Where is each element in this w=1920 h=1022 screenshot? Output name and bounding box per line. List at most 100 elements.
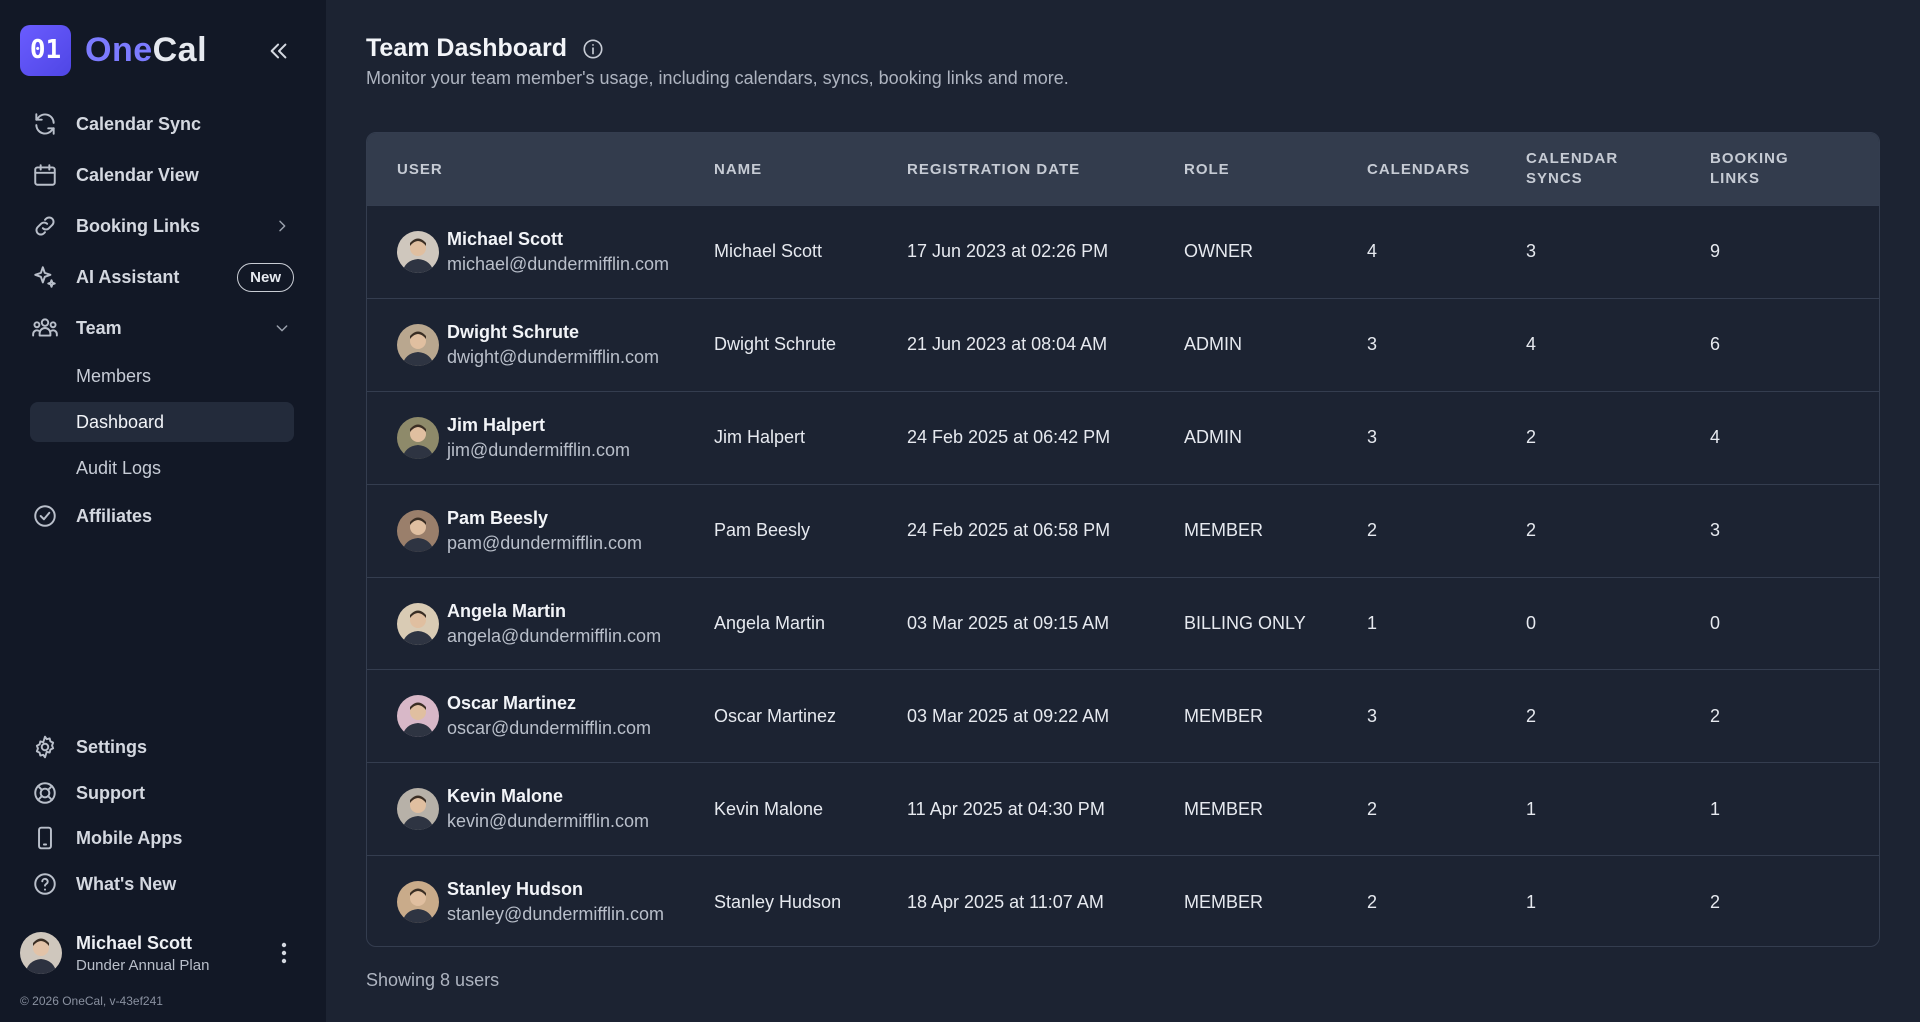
table-row[interactable]: Kevin Malone kevin@dundermifflin.com Kevin… (367, 762, 1879, 855)
team-icon (30, 313, 60, 343)
user-count: Showing 8 users (366, 970, 500, 990)
nav-booking-links[interactable]: Booking Links (30, 206, 294, 246)
header-calendars[interactable]: CALENDARS (1367, 161, 1526, 178)
nav-calendar-sync-label: Calendar Sync (76, 113, 202, 134)
cell-role: MEMBER (1184, 798, 1264, 819)
nav-team-dashboard[interactable]: Dashboard (30, 402, 294, 442)
cell-name: Stanley Hudson (714, 891, 842, 912)
user-email: stanley@dundermifflin.com (447, 904, 665, 925)
cell-user: Michael Scott michael@dundermifflin.com (367, 229, 714, 275)
cell-role: MEMBER (1184, 705, 1264, 726)
user-display-name: Angela Martin (447, 600, 567, 621)
main-content: Team Dashboard Monitor your team member'… (326, 0, 1920, 1022)
user-avatar (397, 602, 439, 645)
nav-booking-links-label: Booking Links (76, 215, 201, 236)
nav-calendar-view[interactable]: Calendar View (30, 155, 294, 195)
cell-name: Oscar Martinez (714, 705, 837, 726)
account-name: Michael Scott (76, 932, 193, 953)
cell-name: Dwight Schrute (714, 334, 837, 355)
nav-team-label: Team (76, 317, 122, 338)
nav-team-audit-logs[interactable]: Audit Logs (30, 448, 294, 488)
user-email: pam@dundermifflin.com (447, 532, 643, 553)
cell-booking-links: 3 (1710, 520, 1721, 541)
nav-calendar-sync[interactable]: Calendar Sync (30, 104, 294, 144)
table-row[interactable]: Jim Halpert jim@dundermifflin.com Jim Halp… (367, 390, 1879, 484)
cell-role: MEMBER (1184, 520, 1264, 541)
cell-registration-date: 24 Feb 2025 at 06:58 PM (907, 520, 1111, 541)
nav-mobile-apps[interactable]: Mobile Apps (30, 818, 294, 858)
header-calendar-syncs[interactable]: CALENDAR SYNCS (1526, 149, 1710, 189)
cell-calendars: 3 (1367, 427, 1378, 448)
header-name[interactable]: NAME (714, 161, 907, 178)
user-display-name: Stanley Hudson (447, 879, 584, 900)
cell-calendars: 1 (1367, 613, 1378, 633)
nav-settings-label: Settings (76, 736, 148, 757)
cell-user: Oscar Martinez oscar@dundermifflin.com (367, 693, 714, 739)
cell-user: Dwight Schrute dwight@dundermifflin.com (367, 322, 714, 368)
info-icon[interactable] (581, 37, 605, 61)
onecal-logo: 01 (20, 24, 71, 76)
table-row[interactable]: Stanley Hudson stanley@dundermifflin.com S… (367, 855, 1879, 946)
table-row[interactable]: Oscar Martinez oscar@dundermifflin.com Osc… (367, 669, 1879, 762)
cell-registration-date: 17 Jun 2023 at 02:26 PM (907, 241, 1109, 262)
cell-role: ADMIN (1184, 334, 1242, 355)
cell-registration-date: 03 Mar 2025 at 09:15 AM (907, 613, 1110, 633)
table-row[interactable]: Michael Scott michael@dundermifflin.com Mi… (367, 205, 1879, 298)
header-registration-date[interactable]: REGISTRATION DATE (907, 161, 1184, 178)
table-row[interactable]: Pam Beesly pam@dundermifflin.com Pam Beesl… (367, 483, 1879, 577)
cell-calendar-syncs: 0 (1526, 613, 1537, 633)
sync-icon (30, 109, 60, 139)
users-table: USER NAME REGISTRATION DATE ROLE CALENDA… (366, 132, 1880, 947)
table-row[interactable]: Dwight Schrute dwight@dundermifflin.com Dw… (367, 297, 1879, 391)
cell-user: Stanley Hudson stanley@dundermifflin.com (367, 879, 714, 925)
cell-booking-links: 0 (1710, 613, 1721, 633)
cell-name: Michael Scott (714, 241, 823, 262)
cell-calendar-syncs: 1 (1526, 798, 1537, 819)
cell-calendar-syncs: 2 (1526, 520, 1537, 541)
page-title: Team Dashboard (366, 34, 605, 63)
user-avatar (397, 323, 439, 366)
cell-registration-date: 24 Feb 2025 at 06:42 PM (907, 427, 1111, 448)
nav-affiliates[interactable]: Affiliates (30, 496, 294, 536)
chevron-down-icon (274, 320, 290, 336)
collapse-sidebar-button[interactable] (262, 34, 296, 68)
page-title-text: Team Dashboard (366, 34, 567, 62)
table-row[interactable]: Angela Martin angela@dundermifflin.com Ang… (367, 576, 1879, 670)
account-card[interactable]: Michael Scott Dunder Annual Plan (20, 930, 310, 976)
cell-name: Kevin Malone (714, 798, 824, 819)
cell-calendar-syncs: 3 (1526, 241, 1537, 262)
nav-whats-new[interactable]: What's New (30, 864, 294, 904)
check-circle-icon (30, 501, 60, 531)
brand[interactable]: 01 OneCal (20, 24, 207, 76)
header-role[interactable]: ROLE (1184, 161, 1367, 178)
header-user[interactable]: USER (367, 161, 714, 178)
brand-name: OneCal (85, 31, 207, 70)
user-email: jim@dundermifflin.com (447, 439, 630, 460)
more-options-icon[interactable] (272, 940, 296, 966)
header-booking-links[interactable]: BOOKING LINKS (1710, 149, 1879, 189)
nav-ai-assistant[interactable]: AI Assistant New (30, 257, 294, 297)
page-subtitle: Monitor your team member's usage, includ… (366, 68, 1069, 88)
cell-booking-links: 2 (1710, 891, 1721, 912)
cell-role: ADMIN (1184, 427, 1242, 448)
nav-support[interactable]: Support (30, 773, 294, 813)
user-email: oscar@dundermifflin.com (447, 718, 652, 739)
header-calendar-syncs-line1: CALENDAR (1526, 150, 1619, 167)
sidebar: 01 OneCal Calendar Sync Calendar View Bo… (0, 0, 326, 1022)
nav-mobile-apps-label: Mobile Apps (76, 827, 183, 848)
copyright: © 2026 OneCal, v-43ef241 (20, 994, 163, 1008)
user-avatar (397, 788, 439, 831)
cell-calendar-syncs: 4 (1526, 334, 1537, 355)
user-email: angela@dundermifflin.com (447, 625, 662, 646)
nav-ai-assistant-label: AI Assistant (76, 266, 180, 287)
account-plan: Dunder Annual Plan (76, 956, 210, 974)
account-avatar (20, 932, 62, 974)
nav-team[interactable]: Team (30, 308, 294, 348)
cell-calendars: 2 (1367, 520, 1378, 541)
brand-name-one: One (85, 30, 153, 69)
cell-registration-date: 11 Apr 2025 at 04:30 PM (907, 798, 1105, 819)
nav-team-members[interactable]: Members (30, 356, 294, 396)
user-email: michael@dundermifflin.com (447, 253, 670, 274)
nav-settings[interactable]: Settings (30, 727, 294, 767)
nav-whats-new-label: What's New (76, 873, 177, 894)
